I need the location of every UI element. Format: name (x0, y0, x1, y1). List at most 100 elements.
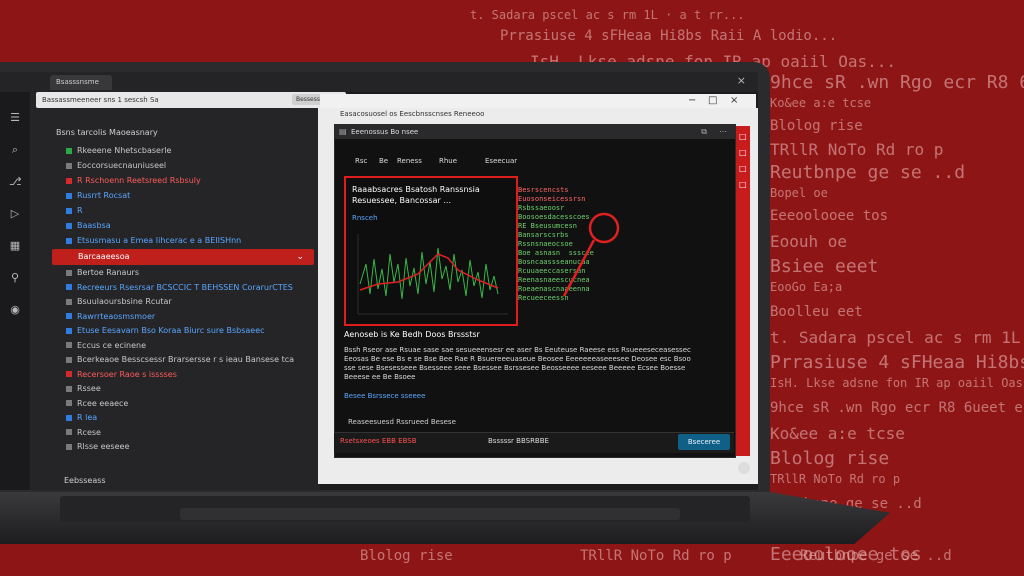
action-icon-2[interactable]: □ (739, 148, 747, 157)
sidebar-item[interactable]: R Rschoenn Reetsreed Rsbsuly (66, 176, 201, 185)
status-action-button[interactable]: Bseceree (678, 434, 730, 450)
sidebar-item-label: Rcese (77, 427, 101, 437)
background-text-line: TRllR NoTo Rd ro p (580, 548, 732, 564)
sidebar-item-label: Baasbsa (77, 221, 111, 230)
sidebar-item[interactable]: Rawrrteaosmsmoer (66, 312, 155, 321)
sidebar-item[interactable]: Rssee (66, 384, 101, 393)
sidebar-item[interactable]: Recreeurs Rsesrsar BCSCCIC T BEHSSEN Cor… (66, 283, 293, 292)
maximize-icon[interactable]: □ (708, 94, 717, 108)
trackpad (180, 508, 680, 520)
sidebar-item-label: Recreeurs Rsesrsar BCSCCIC T BEHSSEN Cor… (77, 282, 293, 292)
sidebar-item[interactable]: Bsuulaoursbsine Rcutar (66, 297, 172, 306)
doc-heading: Aenoseb is Ke Bedh Doos Brssstsr (344, 330, 480, 339)
background-text-line: IsH. Lkse adsne fon IR ap oaiil Oas... (770, 376, 1024, 390)
background-text-line: Blolog rise (770, 118, 863, 134)
file-icon (66, 400, 72, 406)
action-icon-1[interactable]: □ (739, 132, 747, 141)
sidebar-item[interactable]: Rusrrt Rocsat (66, 191, 130, 200)
tab-1[interactable]: Rsc (355, 157, 367, 165)
file-icon (66, 313, 72, 319)
sidebar-item[interactable]: Eccus ce ecinene (66, 341, 146, 350)
sidebar-item[interactable]: Rkeeene Nhetscbaserle (66, 146, 171, 155)
sidebar-item-label: Etsusmasu a Emea Iihcerac e a BEIISHnn (77, 236, 242, 245)
split-icon[interactable]: ⧉ (701, 125, 707, 139)
tab-5[interactable]: Eseecuar (485, 157, 517, 165)
file-icon (66, 429, 72, 435)
background-text-line: Blolog rise (770, 448, 890, 469)
background-text-line: Prrasiuse 4 sFHeaa Hi8bs Raii A lodio... (500, 28, 838, 44)
background-text-line: Prrasiuse 4 sFHeaa Hi8bs Raii A lodio... (770, 352, 1024, 373)
file-icon (66, 414, 72, 421)
sidebar-bottom-label: Eebsseass (64, 476, 106, 485)
magnifier-icon (562, 212, 620, 297)
sidebar-item-label: R Rschoenn Reetsreed Rsbsuly (77, 176, 201, 185)
selected-label: Barcaaeesoa (78, 252, 130, 261)
background-text-line: Reutbnpe ge se ..d (800, 548, 952, 564)
minimize-icon[interactable]: − (688, 94, 696, 108)
file-icon (66, 192, 72, 199)
doc-paragraph: Bssh Rseor ase Rsuae sase sae sesueeense… (344, 346, 691, 381)
sidebar-item[interactable]: R lea (66, 413, 97, 422)
scroll-indicator[interactable] (738, 462, 750, 474)
tab-2[interactable]: Be (379, 157, 388, 165)
sidebar-item[interactable]: Etuse Eesavarn Bso Koraa Biurc sure Bsbs… (66, 326, 265, 335)
more-icon[interactable]: ⋯ (719, 125, 727, 139)
status-message: Rsetsxeoes EBB EBSB (340, 437, 417, 445)
sidebar-item[interactable]: Bertoe Ranaurs (66, 268, 139, 277)
action-icon-4[interactable]: □ (739, 180, 747, 189)
background-text-line: Bsiee eeet (770, 256, 879, 277)
sidebar-item[interactable]: Rcee eeaece (66, 399, 128, 408)
sidebar-item[interactable]: Recersoer Raoe s isssses (66, 370, 177, 379)
sidebar-item-selected[interactable]: Barcaaeesoa ⌄ (52, 249, 314, 265)
accounts-icon[interactable]: ◉ (9, 304, 21, 316)
sidebar-title: Bsns tarcolis Maoeasnary (56, 128, 158, 137)
browser-tab[interactable]: Bsasssnsme (50, 75, 112, 90)
sidebar-item-label: Eoccorsuecnauniuseel (77, 161, 167, 170)
sidebar-item-label: Rlsse eeseee (77, 442, 130, 451)
file-icon (66, 162, 72, 169)
sidebar-item[interactable]: R (66, 206, 83, 215)
status-bar: Rsetsxeoes EBB EBSB Bsssssr BBSRBBE Bsec… (334, 432, 734, 453)
panel-header: Easacosuosel os Eescbnsscnses Reneeoo (340, 110, 485, 118)
editor-bar: Eeenossus Bo nsee ▤ ⧉ ⋯ (335, 125, 735, 139)
search-icon[interactable]: ⌕ (9, 144, 21, 156)
file-icon (66, 356, 72, 363)
sidebar-item-label: Rssee (77, 384, 101, 393)
sidebar-item[interactable]: Eoccorsuecnauniuseel (66, 161, 166, 170)
background-text-line: Ko&ee a:e tcse (770, 424, 905, 443)
background-text-line: Eoouh oe (770, 232, 848, 251)
extensions-icon[interactable]: ▦ (9, 240, 21, 252)
background-text-line: TRllR NoTo Rd ro p (770, 140, 944, 159)
sidebar-item-label: Recersoer Raoe s isssses (77, 369, 177, 379)
chart-panel: Raaabsacres Bsatosh Ranssnsia Resuessee,… (344, 176, 518, 326)
source-control-icon[interactable]: ⎇ (9, 176, 22, 188)
action-icon-3[interactable]: □ (739, 164, 747, 173)
doc-link[interactable]: Besee Bsrssece sseeee (344, 392, 425, 400)
sidebar-item[interactable]: Rcese (66, 428, 101, 437)
sidebar-item[interactable]: Baasbsa (66, 221, 111, 230)
sidebar-item-label: Rawrrteaosmsmoer (77, 311, 156, 321)
sidebar-item-label: Etuse Eesavarn Bso Koraa Biurc sure Bsbs… (77, 326, 265, 335)
window-close-icon[interactable]: × (737, 74, 746, 87)
remote-icon[interactable]: ⚲ (9, 272, 21, 284)
file-icon (66, 177, 72, 184)
chevron-down-icon: ⌄ (296, 252, 304, 262)
tab-4[interactable]: Rhue (439, 157, 457, 165)
sidebar-item[interactable]: Bcerkeaoe Besscsessr Brarsersse r s ieau… (66, 355, 294, 364)
background-text-line: t. Sadara pscel ac s rm 1L · a t rr... (470, 8, 745, 22)
sidebar-item[interactable]: Etsusmasu a Emea Iihcerac e a BEIISHnn (66, 236, 241, 245)
doc-subtext: Reaseesuesd Rssrueed Besese (348, 418, 456, 426)
background-text-line: Eeeoolooee tos (770, 208, 889, 224)
background-text-line: Reutbnpe ge se ..d (770, 162, 966, 183)
sidebar-item-label: Bsuulaoursbsine Rcutar (77, 297, 172, 306)
debug-icon[interactable]: ▷ (9, 208, 21, 220)
sidebar-item[interactable]: Rlsse eeseee (66, 442, 129, 451)
background-text-line: EooGo Ea;a (770, 280, 843, 294)
file-icon (66, 385, 72, 392)
sidebar-item-label: Rusrrt Rocsat (77, 191, 131, 200)
background-text-line: 9hce sR .wn Rgo ecr R8 6ueet e (770, 400, 1023, 416)
tab-3[interactable]: Reness (397, 157, 422, 165)
close-icon[interactable]: × (730, 94, 738, 108)
explorer-icon[interactable]: ☰ (9, 112, 21, 124)
file-icon (66, 222, 72, 229)
